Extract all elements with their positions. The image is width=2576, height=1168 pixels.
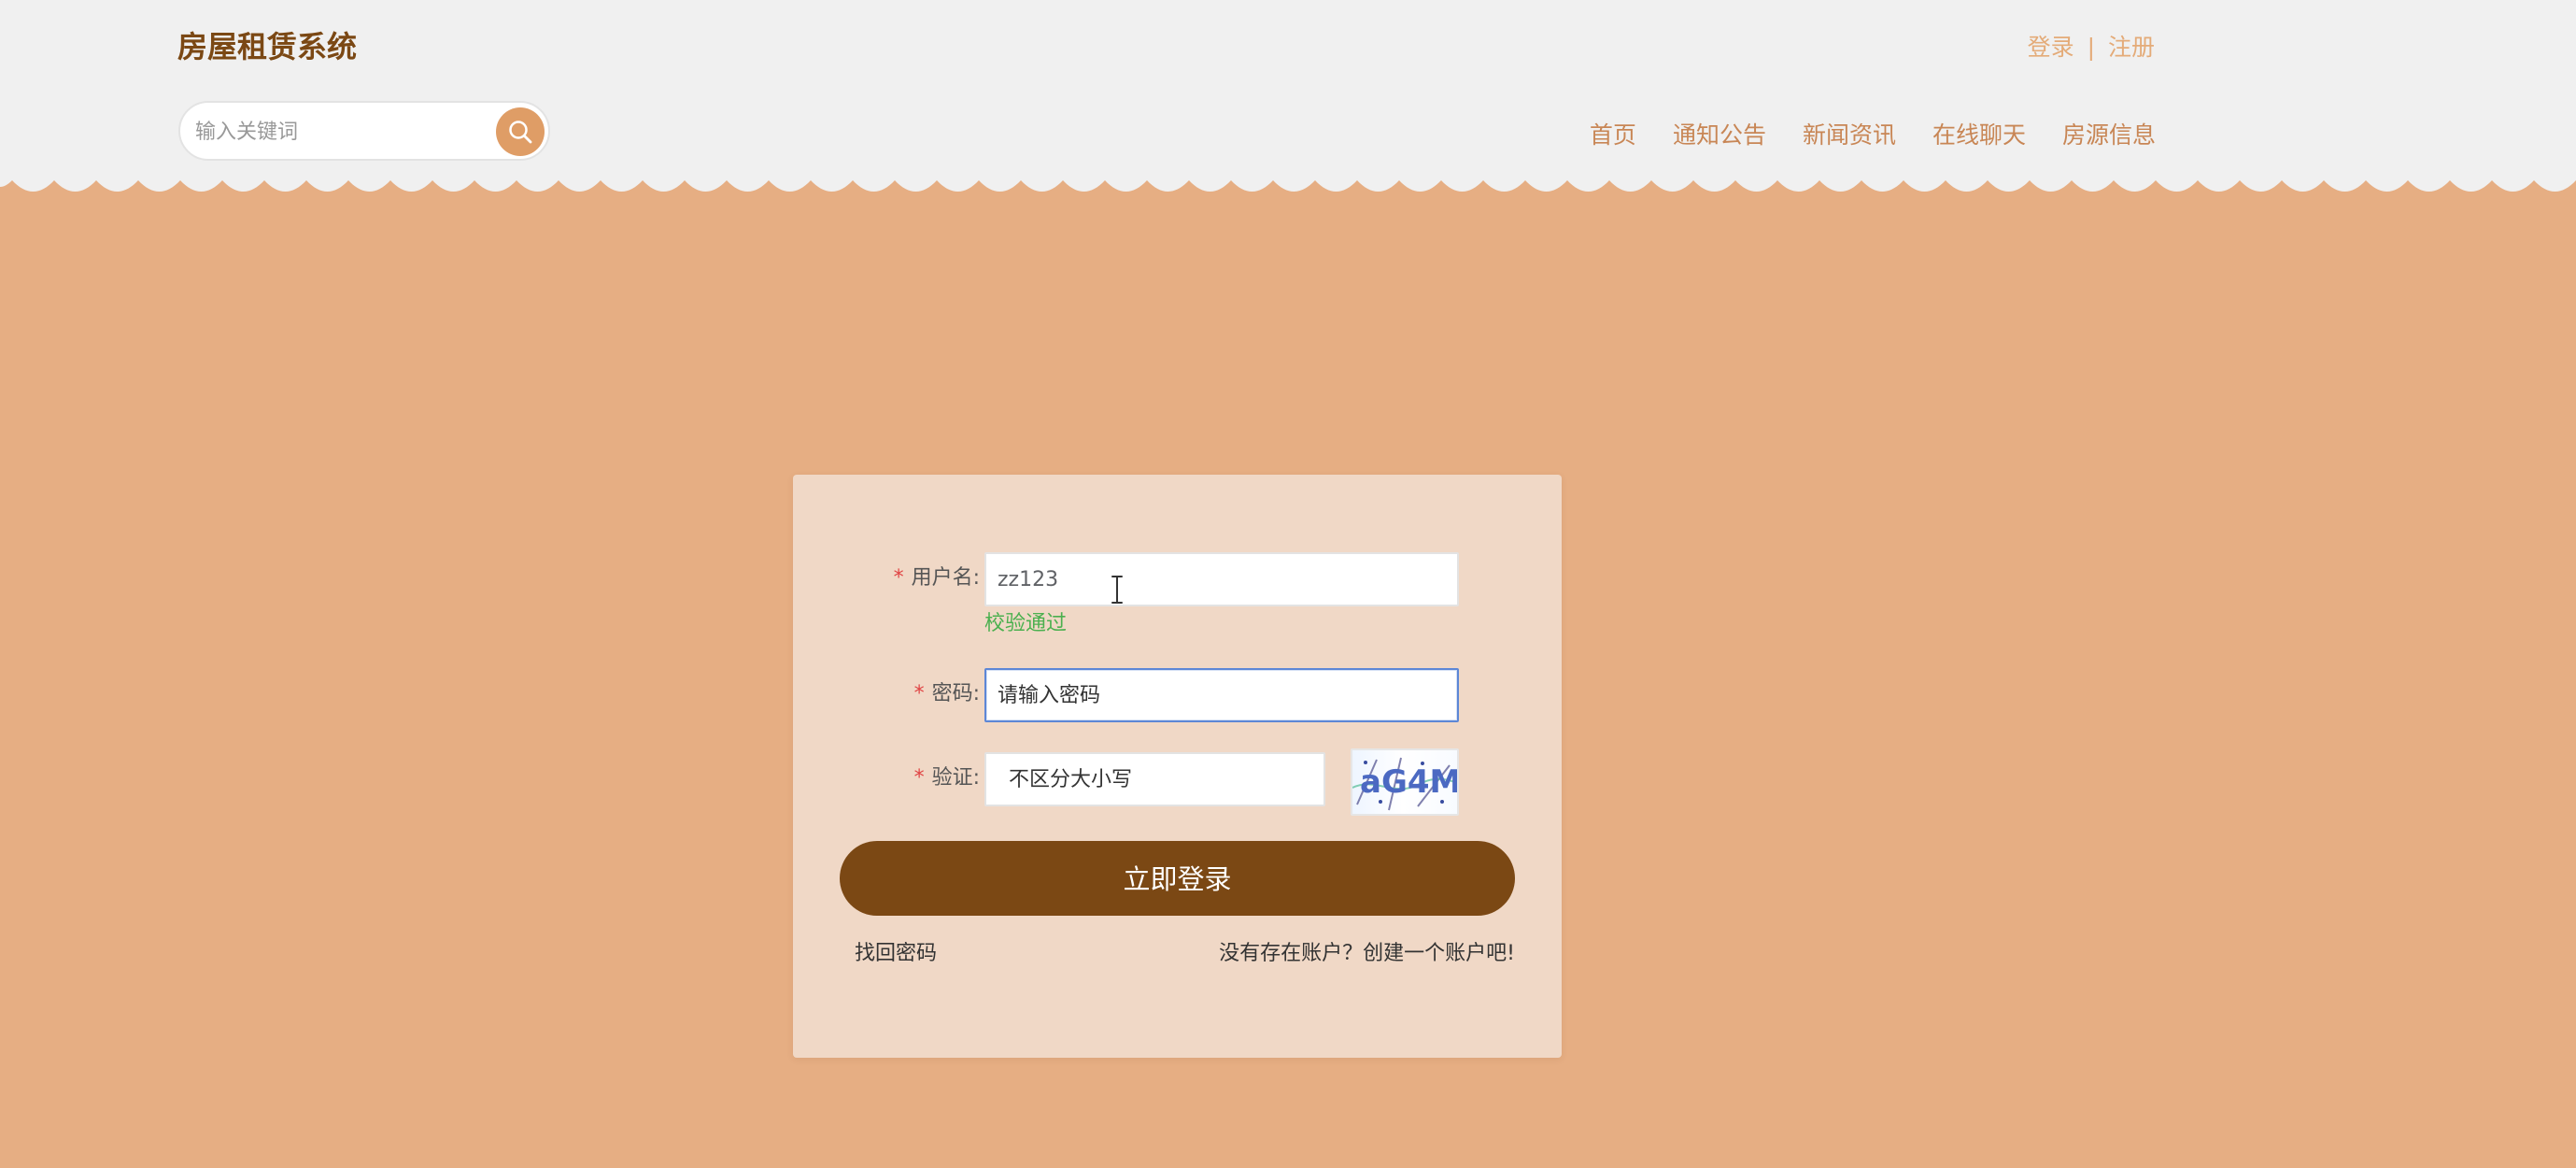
password-label-text: 密码: [931, 682, 980, 705]
search-button[interactable] [496, 107, 545, 156]
captcha-text: aG4M [1360, 763, 1457, 801]
house-rental-login-page: 房屋租赁系统 登录 | 注册 首页 通知公告 新闻资讯 在线聊天 房源信息 [0, 0, 2576, 1168]
create-account-link[interactable]: 没有存在账户？创建一个账户吧! [1219, 939, 1515, 969]
text-cursor-icon [1111, 576, 1123, 604]
register-link[interactable]: 注册 [2108, 34, 2155, 61]
nav-online-chat[interactable]: 在线聊天 [1932, 117, 2026, 154]
nav-announcements[interactable]: 通知公告 [1673, 117, 1766, 154]
login-link[interactable]: 登录 [2028, 34, 2074, 61]
username-validation-message: 校验通过 [984, 612, 1068, 635]
captcha-label-text: 验证: [931, 766, 980, 790]
password-field[interactable] [984, 668, 1459, 722]
username-field[interactable] [984, 552, 1459, 606]
search-box [178, 101, 550, 161]
site-title: 房屋租赁系统 [177, 29, 358, 64]
username-label: * 用户名: [894, 564, 980, 592]
main-nav: 首页 通知公告 新闻资讯 在线聊天 房源信息 [1590, 117, 2156, 154]
required-marker: * [893, 566, 904, 590]
forgot-password-link[interactable]: 找回密码 [855, 939, 937, 969]
search-icon [509, 121, 532, 144]
required-marker: * [913, 682, 925, 705]
header-wave-divider [0, 172, 2576, 192]
nav-home[interactable]: 首页 [1590, 117, 1636, 154]
auth-links: 登录 | 注册 [2028, 30, 2155, 65]
required-marker: * [913, 766, 925, 790]
password-label: * 密码: [914, 680, 980, 708]
captcha-graphic: aG4M [1352, 757, 1457, 811]
username-label-text: 用户名: [911, 566, 980, 590]
login-button[interactable]: 立即登录 [840, 841, 1515, 916]
captcha-image[interactable]: aG4M [1351, 748, 1459, 816]
nav-house-listings[interactable]: 房源信息 [2062, 117, 2156, 154]
site-header: 房屋租赁系统 登录 | 注册 首页 通知公告 新闻资讯 在线聊天 房源信息 [0, 0, 2576, 178]
auth-separator: | [2087, 34, 2096, 61]
captcha-label: * 验证: [914, 764, 980, 792]
nav-news[interactable]: 新闻资讯 [1803, 117, 1896, 154]
search-input[interactable] [193, 110, 482, 153]
captcha-field[interactable] [984, 752, 1325, 806]
login-panel: *用户名: 校验通过 *密码: *验证: aG4M 立即登录 [793, 475, 1562, 1058]
